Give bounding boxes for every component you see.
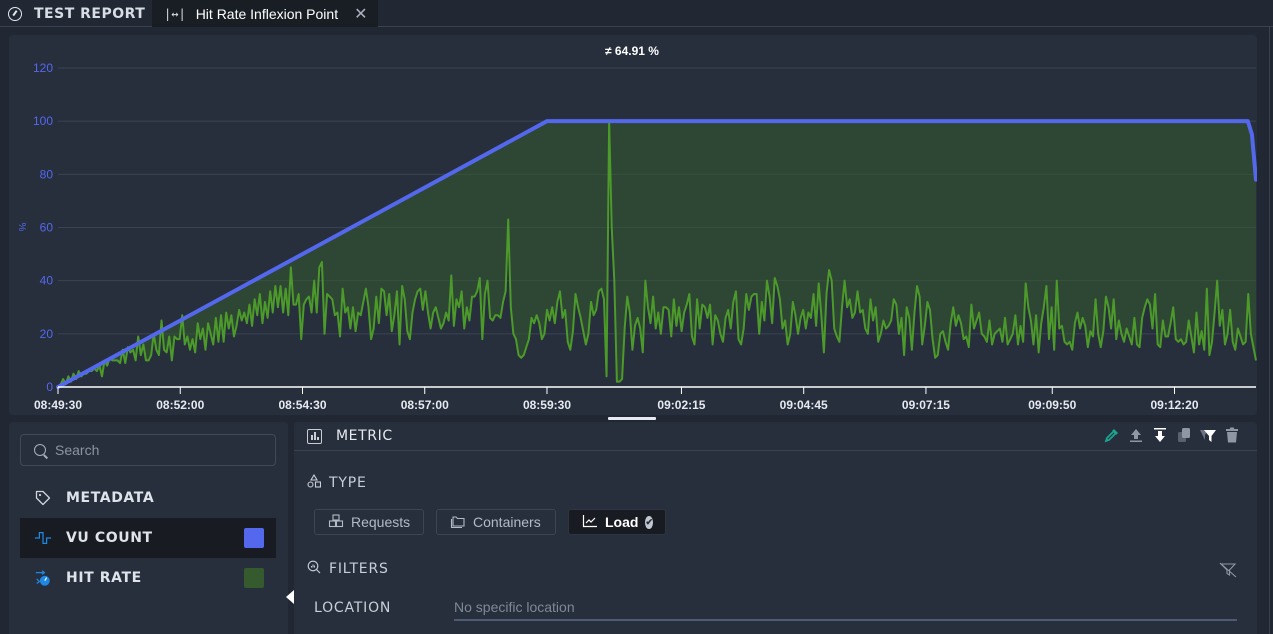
metric-toolbar [1103,426,1241,444]
location-input[interactable] [454,594,1237,621]
cubes-icon [328,513,344,531]
type-requests-button[interactable]: Requests [314,509,424,535]
clear-filter-icon[interactable] [1219,562,1237,582]
search-chart-icon [307,560,321,578]
sidebar-item-hit-rate[interactable]: HIT RATE [20,558,276,598]
x-tick-label: 09:12:20 [1150,398,1198,412]
search-icon [34,444,46,456]
sidebar-item-label: HIT RATE [66,570,142,586]
metric-header: METRIC [294,422,1257,451]
fill-area [58,121,1256,388]
color-swatch[interactable] [244,568,264,588]
search-input[interactable] [55,442,255,458]
y-tick-label: 40 [40,274,54,288]
sidebar-item-vu-count[interactable]: VU COUNT [20,518,276,558]
gauge-icon [8,6,22,21]
color-picker-icon[interactable] [1103,426,1121,444]
folder-icon [450,514,466,531]
check-circle-icon: ✔ [645,515,653,529]
x-tick-label: 09:04:45 [780,398,828,412]
line-chart-icon [582,514,598,531]
tab-hit-rate-inflexion-point[interactable]: |↔| Hit Rate Inflexion Point ✕ [152,0,378,27]
metric-title: METRIC [336,428,393,444]
download-icon[interactable] [1151,426,1169,444]
type-containers-label: Containers [473,514,541,530]
y-tick-label: 120 [33,61,53,75]
metric-panel: METRIC TYPE Requests Containers Load ✔ F… [294,422,1257,634]
y-tick-label: 80 [40,167,54,181]
y-tick-label: 60 [40,221,54,235]
sidebar-item-label: VU COUNT [66,530,153,546]
app-brand[interactable]: TEST REPORT [8,0,145,27]
close-icon[interactable]: ✕ [354,4,367,23]
filters-section-label: FILTERS [307,560,389,578]
divider [1269,27,1270,634]
filter-icon[interactable] [1199,426,1217,444]
x-tick-label: 08:59:30 [523,398,571,412]
app-title: TEST REPORT [34,5,146,22]
chart-title: ≠ 64.91 % [605,44,659,58]
collapse-panel-arrow[interactable] [286,590,294,604]
type-containers-button[interactable]: Containers [436,509,556,535]
tag-icon [34,489,52,507]
series-list-panel: METADATA VU COUNT HIT RATE [9,422,288,634]
shapes-icon [307,473,322,492]
top-bar: TEST REPORT |↔| Hit Rate Inflexion Point… [0,0,1273,27]
y-axis-label: % [16,223,27,232]
fit-width-icon: |↔| [164,6,186,21]
y-tick-label: 100 [33,114,53,128]
sidebar-item-metadata[interactable]: METADATA [20,478,276,518]
filters-label: FILTERS [329,561,389,577]
sidebar-item-label: METADATA [66,490,155,506]
y-tick-label: 0 [46,380,53,394]
location-label: LOCATION [314,600,392,616]
tab-label: Hit Rate Inflexion Point [195,5,339,22]
color-swatch[interactable] [244,528,264,548]
type-load-button[interactable]: Load ✔ [568,509,666,535]
x-tick-label: 08:52:00 [156,398,204,412]
y-tick-label: 20 [40,327,54,341]
fill-between-area [58,121,1256,388]
x-tick-label: 09:02:15 [657,398,705,412]
type-label: TYPE [329,475,367,491]
speedometer-icon [34,569,52,587]
x-tick-label: 09:07:15 [902,398,950,412]
x-tick-label: 08:54:30 [278,398,326,412]
x-tick-label: 09:09:50 [1028,398,1076,412]
resize-handle[interactable] [608,417,656,420]
bar-chart-icon [307,428,322,444]
x-tick-label: 08:57:00 [401,398,449,412]
chart-panel: 0 20 40 60 80 100 120 08:49:30 08:52:00 08:54:30 0… [9,35,1257,415]
pulse-wave-icon [34,529,52,547]
search-box [20,434,276,466]
hit-rate-chart[interactable]: 0 20 40 60 80 100 120 08:49:30 08:52:00 08:54:30 0… [9,35,1257,415]
type-load-label: Load [605,514,639,530]
upload-icon[interactable] [1127,426,1145,444]
copy-icon[interactable] [1175,426,1193,444]
trash-icon[interactable] [1223,426,1241,444]
type-section-label: TYPE [307,473,367,492]
x-tick-label: 08:49:30 [34,398,82,412]
type-requests-label: Requests [351,514,411,530]
